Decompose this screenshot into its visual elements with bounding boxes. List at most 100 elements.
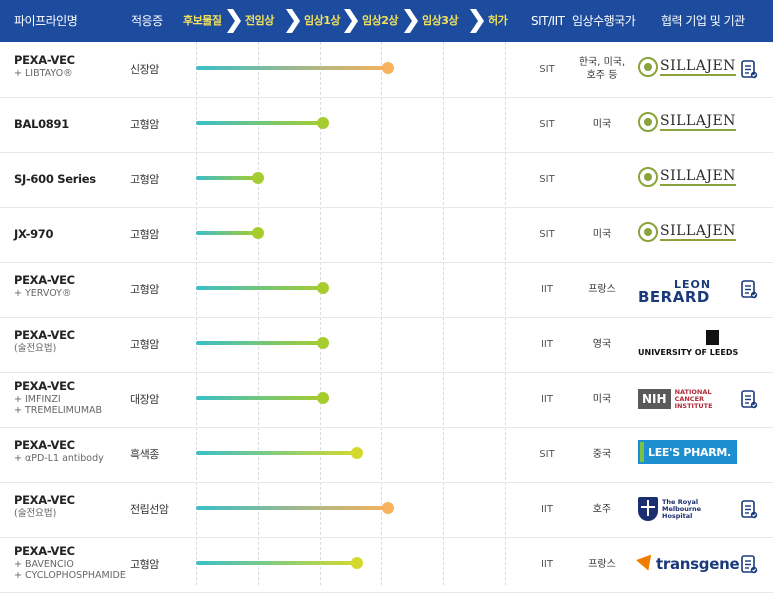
chevron-right-icon	[344, 9, 358, 33]
pipeline-name: PEXA-VEC	[14, 328, 75, 342]
pipeline-combination: + LIBTAYO®	[14, 68, 73, 79]
sillajen-logo[interactable]: SILLAJEN	[638, 220, 736, 244]
trial-country: 미국	[592, 394, 612, 405]
trial-country: 미국	[592, 229, 612, 240]
trial-type: IIT	[540, 284, 553, 295]
table-row: SJ-600 Series 고형암 SIT SILLAJEN	[0, 152, 773, 208]
progress-dot	[316, 282, 329, 294]
header-type: SIT/IIT	[531, 14, 565, 28]
progress-dot	[251, 227, 264, 239]
sillajen-logo[interactable]: SILLAJEN	[638, 165, 736, 189]
document-icon[interactable]	[741, 280, 758, 299]
progress-dot	[350, 447, 363, 459]
lees-pharm-logo-art: LEE'S PHARM.	[638, 440, 737, 464]
trial-country: 호주 등	[586, 70, 618, 81]
lees-pharm-logo[interactable]: LEE'S PHARM.	[638, 440, 737, 464]
sillajen-logo-text: SILLAJEN	[660, 58, 736, 76]
stage-label: 전임상	[245, 14, 274, 27]
progress-bar	[196, 66, 388, 70]
sillajen-logo-text: SILLAJEN	[660, 168, 736, 186]
indication: 고형암	[130, 558, 159, 571]
progress-bar	[196, 506, 388, 510]
leeds-logo[interactable]: UNIVERSITY OF LEEDS	[638, 330, 738, 360]
document-icon[interactable]	[741, 555, 758, 574]
table-row: PEXA-VEC + IMFINZI + TREMELIMUMAB 대장암 IIT 미국 N…	[0, 372, 773, 428]
trial-country: 한국, 미국,	[578, 57, 626, 68]
pipeline-name: PEXA-VEC	[14, 493, 75, 507]
pipeline-combination: + TREMELIMUMAB	[14, 405, 103, 416]
trial-country: 프랑스	[588, 284, 616, 295]
pipeline-name: PEXA-VEC	[14, 379, 75, 393]
pipeline-combination: + CYCLOPHOSPHAMIDE	[14, 570, 126, 581]
sillajen-logo[interactable]: SILLAJEN	[638, 110, 736, 134]
chevron-right-icon	[470, 9, 484, 33]
progress-dot	[316, 117, 329, 129]
pipeline-name: SJ-600 Series	[14, 172, 96, 186]
table-row: PEXA-VEC (술전요법) 전립선암 IIT 호주 The Royal Melbour…	[0, 482, 773, 538]
progress-bar	[196, 231, 258, 235]
pipeline-name: PEXA-VEC	[14, 53, 75, 67]
royal-melbourne-logo[interactable]: The Royal Melbourne Hospital	[638, 495, 702, 523]
trial-type: IIT	[540, 339, 553, 350]
leeds-logo-art: UNIVERSITY OF LEEDS	[638, 330, 738, 360]
royal-melbourne-logo-art: The Royal Melbourne Hospital	[638, 495, 702, 523]
sillajen-logo-text: SILLAJEN	[660, 113, 736, 131]
progress-dot	[316, 392, 329, 404]
transgene-logo-art: transgene	[636, 550, 740, 578]
progress-dot	[316, 337, 329, 349]
progress-bar	[196, 176, 258, 180]
document-icon[interactable]	[741, 500, 758, 519]
pipeline-name: JX-970	[14, 227, 54, 241]
sillajen-logo[interactable]: SILLAJEN	[638, 55, 736, 79]
indication: 신장암	[130, 63, 159, 76]
pipeline-name: BAL0891	[14, 117, 69, 131]
stage-label: 허가	[488, 14, 508, 27]
sillajen-logo-text: SILLAJEN	[660, 223, 736, 241]
table-header: 파이프라인명 적응증 후보물질 전임상 임상1상 임상2상 임상3상 허가 SIT/IIT…	[0, 0, 773, 42]
document-icon[interactable]	[741, 390, 758, 409]
progress-bar	[196, 286, 323, 290]
header-country: 임상수행국가	[572, 14, 636, 28]
table-row: PEXA-VEC (술전요법) 고형암 IIT 영국 UNIVERSITY OF LEED…	[0, 317, 773, 373]
trial-type: IIT	[540, 394, 553, 405]
indication: 고형암	[130, 283, 159, 296]
indication: 고형암	[130, 338, 159, 351]
pipeline-combination: (술전요법)	[14, 343, 57, 354]
chevron-right-icon	[227, 9, 241, 33]
progress-bar	[196, 451, 357, 455]
trial-type: IIT	[540, 504, 553, 515]
trial-country: 프랑스	[588, 559, 616, 570]
trial-type: IIT	[540, 559, 553, 570]
trial-type: SIT	[539, 64, 555, 75]
pipeline-combination: + BAVENCIO	[14, 559, 74, 570]
indication: 고형암	[130, 173, 159, 186]
progress-dot	[381, 62, 394, 74]
pipeline-combination: (술전요법)	[14, 508, 57, 519]
pipeline-name: PEXA-VEC	[14, 273, 75, 287]
transgene-logo[interactable]: transgene	[636, 550, 740, 578]
nih-logo[interactable]: NIHNATIONALCANCERINSTITUTENIH NATIONAL C…	[638, 385, 713, 413]
chevron-right-icon	[404, 9, 418, 33]
trial-country: 영국	[592, 339, 612, 350]
trial-country: 호주	[592, 504, 612, 515]
header-pipeline: 파이프라인명	[14, 14, 78, 28]
table-row: PEXA-VEC + LIBTAYO® 신장암 SIT 한국, 미국, 호주 등 SILLA…	[0, 42, 773, 98]
progress-bar	[196, 121, 323, 125]
trial-type: SIT	[539, 119, 555, 130]
pipeline-combination: + YERVOY®	[14, 288, 72, 299]
leon-berard-logo[interactable]: LEONBERARDCENTRE LEON BERARD	[638, 275, 718, 306]
pipeline-name: PEXA-VEC	[14, 438, 75, 452]
stage-label: 후보물질	[183, 14, 222, 27]
document-icon[interactable]	[741, 60, 758, 79]
progress-dot	[251, 172, 264, 184]
chevron-right-icon	[286, 9, 300, 33]
trial-type: SIT	[539, 229, 555, 240]
progress-dot	[381, 502, 394, 514]
stage-label: 임상1상	[304, 14, 341, 27]
pipeline-combination: + IMFINZI	[14, 394, 61, 405]
progress-dot	[350, 557, 363, 569]
pipeline-name: PEXA-VEC	[14, 544, 75, 558]
table-row: BAL0891 고형암 SIT 미국 SILLAJEN	[0, 97, 773, 153]
stage-label: 임상2상	[362, 14, 399, 27]
trial-type: SIT	[539, 174, 555, 185]
